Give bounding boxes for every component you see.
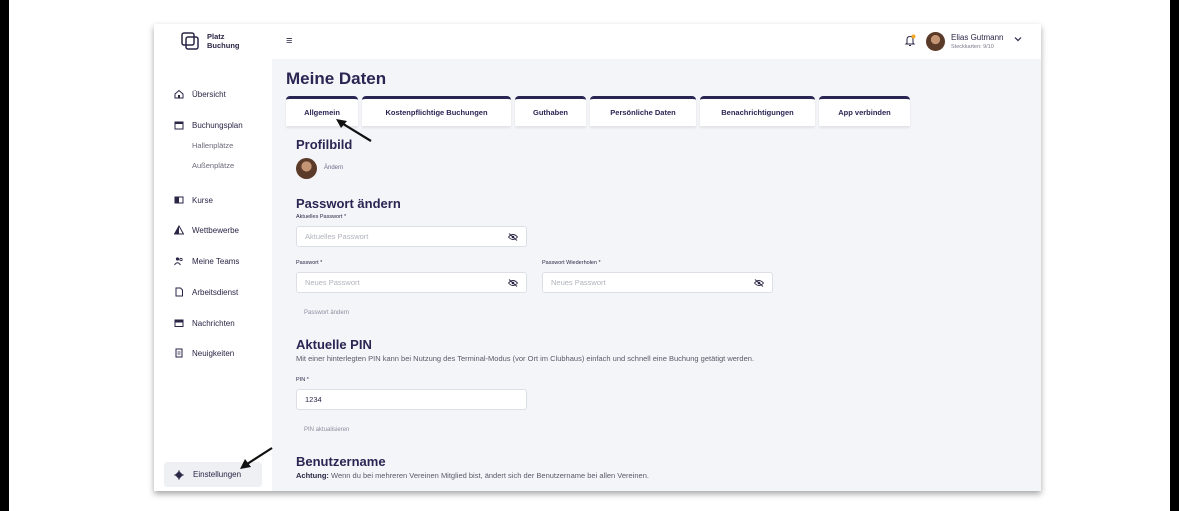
annotation-arrow-tab bbox=[336, 119, 372, 142]
gear-icon bbox=[174, 470, 184, 479]
calendar-icon bbox=[174, 121, 184, 130]
current-password-label: Aktuelles Passwort * bbox=[296, 214, 347, 220]
sidebar-item-label: Kurse bbox=[192, 195, 213, 205]
sidebar-item-label: Neuigkeiten bbox=[192, 348, 235, 358]
logo-text: Platz Buchung bbox=[207, 32, 240, 50]
pin-section-title: Aktuelle PIN bbox=[296, 337, 372, 352]
screenshot-stage: Platz Buchung Übersicht Buchungsplan Hal… bbox=[9, 0, 1170, 511]
annotation-arrow-settings bbox=[240, 447, 273, 469]
sidebar-item-meine-teams[interactable]: Meine Teams bbox=[174, 256, 239, 266]
user-name[interactable]: Elias Gutmann bbox=[951, 33, 1003, 42]
password-section-title: Passwort ändern bbox=[296, 196, 401, 211]
profile-avatar[interactable] bbox=[296, 158, 317, 179]
menu-icon[interactable]: ≡ bbox=[286, 35, 292, 47]
tab-guthaben[interactable]: Guthaben bbox=[515, 96, 586, 126]
logo-line1: Platz bbox=[207, 32, 225, 41]
eye-off-icon[interactable] bbox=[754, 279, 764, 287]
change-avatar-link[interactable]: Ändern bbox=[324, 165, 343, 171]
new-password-label: Passwort * bbox=[296, 260, 323, 266]
avatar[interactable] bbox=[926, 32, 945, 51]
sidebar-item-label: Wettbewerbe bbox=[192, 225, 239, 235]
sidebar-item-neuigkeiten[interactable]: Neuigkeiten bbox=[174, 348, 234, 358]
logo-icon bbox=[181, 32, 199, 50]
update-pin-button[interactable]: PIN aktualisieren bbox=[304, 427, 349, 433]
sidebar-item-label: Meine Teams bbox=[192, 256, 240, 266]
repeat-password-placeholder: Neues Passwort bbox=[551, 278, 606, 287]
new-password-field[interactable]: Neues Passwort bbox=[296, 272, 527, 293]
sidebar-item-nachrichten[interactable]: Nachrichten bbox=[174, 318, 235, 328]
sidebar-item-label: Buchungsplan bbox=[192, 120, 243, 130]
logo[interactable]: Platz Buchung bbox=[180, 31, 240, 51]
username-warning-bold: Achtung: bbox=[296, 471, 329, 480]
pin-description: Mit einer hinterlegten PIN kann bei Nutz… bbox=[296, 354, 755, 363]
triangle-icon bbox=[174, 225, 184, 235]
sidebar-item-buchungsplan[interactable]: Buchungsplan bbox=[174, 120, 243, 130]
topbar: ≡ Elias Gutmann Steckkarten: 9/10 bbox=[272, 24, 1041, 59]
tab-app-verbinden[interactable]: App verbinden bbox=[819, 96, 910, 126]
username-warning-text: Wenn du bei mehreren Vereinen Mitglied b… bbox=[328, 471, 649, 480]
pin-value: 1234 bbox=[305, 395, 322, 404]
sidebar: Platz Buchung Übersicht Buchungsplan Hal… bbox=[154, 24, 272, 491]
sidebar-item-label: Übersicht bbox=[192, 89, 226, 99]
app-window: Platz Buchung Übersicht Buchungsplan Hal… bbox=[154, 24, 1041, 491]
sidebar-item-label: Einstellungen bbox=[193, 470, 242, 479]
current-password-field[interactable]: Aktuelles Passwort bbox=[296, 226, 527, 247]
sidebar-item-label: Nachrichten bbox=[192, 318, 235, 328]
pin-field[interactable]: 1234 bbox=[296, 389, 527, 410]
news-icon bbox=[175, 348, 183, 358]
sidebar-subitem-aussenplaetze[interactable]: Außenplätze bbox=[192, 161, 234, 170]
sidebar-item-uebersicht[interactable]: Übersicht bbox=[174, 89, 226, 99]
repeat-password-field[interactable]: Neues Passwort bbox=[542, 272, 773, 293]
user-subtitle: Steckkarten: 9/10 bbox=[951, 44, 994, 50]
pin-label: PIN * bbox=[296, 377, 309, 383]
sidebar-item-arbeitsdienst[interactable]: Arbeitsdienst bbox=[174, 287, 238, 297]
team-icon bbox=[174, 257, 183, 266]
sidebar-item-kurse[interactable]: Kurse bbox=[174, 195, 213, 205]
repeat-password-label: Passwort Wiederholen * bbox=[542, 260, 601, 266]
sidebar-item-wettbewerbe[interactable]: Wettbewerbe bbox=[174, 225, 239, 235]
page-title: Meine Daten bbox=[286, 69, 387, 88]
tab-benachrichtigungen[interactable]: Benachrichtigungen bbox=[700, 96, 815, 126]
eye-off-icon[interactable] bbox=[508, 279, 518, 287]
eye-off-icon[interactable] bbox=[508, 233, 518, 241]
chevron-down-icon[interactable] bbox=[1014, 36, 1022, 42]
sidebar-subitem-hallenplaetze[interactable]: Hallenplätze bbox=[192, 141, 233, 150]
bell-icon[interactable] bbox=[904, 34, 916, 47]
username-section-title: Benutzername bbox=[296, 454, 386, 469]
sidebar-item-label: Arbeitsdienst bbox=[192, 287, 239, 297]
current-password-placeholder: Aktuelles Passwort bbox=[305, 232, 369, 241]
tab-kostenpflichtige-buchungen[interactable]: Kostenpflichtige Buchungen bbox=[362, 96, 511, 126]
new-password-placeholder: Neues Passwort bbox=[305, 278, 360, 287]
tab-persoenliche-daten[interactable]: Persönliche Daten bbox=[590, 96, 696, 126]
document-icon bbox=[175, 287, 183, 297]
mail-icon bbox=[174, 319, 184, 327]
username-warning: Achtung: Wenn du bei mehreren Vereinen M… bbox=[296, 471, 649, 480]
home-icon bbox=[174, 89, 184, 99]
logo-line2: Buchung bbox=[207, 41, 240, 50]
flag-icon bbox=[174, 196, 184, 204]
change-password-button[interactable]: Passwort ändern bbox=[304, 310, 349, 316]
